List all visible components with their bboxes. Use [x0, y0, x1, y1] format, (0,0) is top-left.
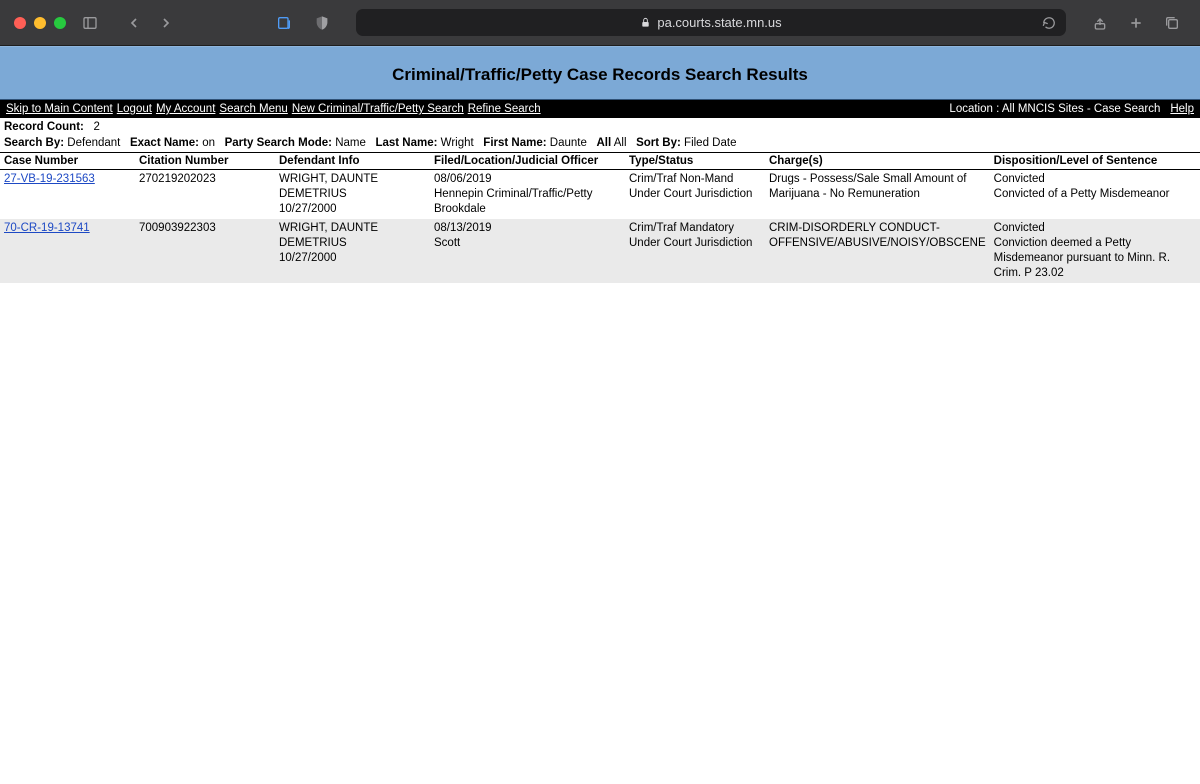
window-controls [14, 17, 66, 29]
nav-skip-link[interactable]: Skip to Main Content [6, 103, 113, 115]
all-value: All [614, 137, 627, 149]
case-status: Under Court Jurisdiction [629, 188, 752, 200]
case-type: Crim/Traf Non-Mand [629, 173, 733, 185]
table-header-row: Case Number Citation Number Defendant In… [0, 153, 1200, 170]
lock-icon [640, 17, 651, 28]
defendant-dob: 10/27/2000 [279, 252, 337, 264]
party-mode-label: Party Search Mode: [225, 137, 332, 149]
party-mode-value: Name [335, 137, 366, 149]
disposition-line2: Conviction deemed a Petty Misdemeanor pu… [994, 237, 1170, 279]
location-text: Location : All MNCIS Sites - Case Search [949, 103, 1160, 115]
charges-cell: CRIM-DISORDERLY CONDUCT-OFFENSIVE/ABUSIV… [765, 219, 990, 283]
filed-date: 08/06/2019 [434, 173, 492, 185]
col-type: Type/Status [625, 153, 765, 170]
disposition-cell: Convicted Conviction deemed a Petty Misd… [990, 219, 1200, 283]
disposition-cell: Convicted Convicted of a Petty Misdemean… [990, 170, 1200, 219]
page-header: Criminal/Traffic/Petty Case Records Sear… [0, 46, 1200, 100]
address-bar[interactable]: pa.courts.state.mn.us [356, 9, 1066, 36]
nav-logout-link[interactable]: Logout [117, 103, 152, 115]
disposition-line1: Convicted [994, 173, 1045, 185]
type-cell: Crim/Traf Mandatory Under Court Jurisdic… [625, 219, 765, 283]
nav-menubar: Skip to Main Content Logout My Account S… [0, 100, 1200, 118]
results-table: Case Number Citation Number Defendant In… [0, 152, 1200, 283]
filed-cell: 08/06/2019 Hennepin Criminal/Traffic/Pet… [430, 170, 625, 219]
back-button[interactable] [120, 9, 148, 37]
privacy-shield-icon[interactable] [308, 9, 336, 37]
citation-cell: 270219202023 [135, 170, 275, 219]
col-charges: Charge(s) [765, 153, 990, 170]
nav-new-search-link[interactable]: New Criminal/Traffic/Petty Search [292, 103, 464, 115]
defendant-dob: 10/27/2000 [279, 203, 337, 215]
filed-date: 08/13/2019 [434, 222, 492, 234]
table-row: 27-VB-19-231563 270219202023 WRIGHT, DAU… [0, 170, 1200, 219]
tab-overview-icon[interactable] [270, 9, 298, 37]
case-status: Under Court Jurisdiction [629, 237, 752, 249]
defendant-name: WRIGHT, DAUNTE DEMETRIUS [279, 222, 378, 249]
help-link[interactable]: Help [1170, 103, 1194, 115]
disposition-line1: Convicted [994, 222, 1045, 234]
exact-name-value: on [202, 137, 215, 149]
sidebar-toggle-icon[interactable] [76, 9, 104, 37]
minimize-window-button[interactable] [34, 17, 46, 29]
col-filed: Filed/Location/Judicial Officer [430, 153, 625, 170]
defendant-cell: WRIGHT, DAUNTE DEMETRIUS 10/27/2000 [275, 170, 430, 219]
record-count-value: 2 [93, 121, 99, 133]
sort-by-value: Filed Date [684, 137, 736, 149]
defendant-name: WRIGHT, DAUNTE DEMETRIUS [279, 173, 378, 200]
exact-name-label: Exact Name: [130, 137, 199, 149]
filed-location: Hennepin Criminal/Traffic/Petty Brookdal… [434, 188, 593, 215]
filed-cell: 08/13/2019 Scott [430, 219, 625, 283]
all-label: All [596, 137, 611, 149]
search-by-value: Defendant [67, 137, 120, 149]
filed-location: Scott [434, 237, 460, 249]
col-citation: Citation Number [135, 153, 275, 170]
case-number-link[interactable]: 27-VB-19-231563 [4, 173, 95, 185]
table-row: 70-CR-19-13741 700903922303 WRIGHT, DAUN… [0, 219, 1200, 283]
nav-refine-search-link[interactable]: Refine Search [468, 103, 541, 115]
reload-icon[interactable] [1042, 16, 1056, 30]
sort-by-label: Sort By: [636, 137, 681, 149]
share-icon[interactable] [1086, 9, 1114, 37]
url-text: pa.courts.state.mn.us [657, 15, 781, 30]
last-name-value: Wright [441, 137, 474, 149]
type-cell: Crim/Traf Non-Mand Under Court Jurisdict… [625, 170, 765, 219]
page-title: Criminal/Traffic/Petty Case Records Sear… [0, 65, 1200, 85]
first-name-label: First Name: [483, 137, 546, 149]
col-defendant: Defendant Info [275, 153, 430, 170]
charges-cell: Drugs - Possess/Sale Small Amount of Mar… [765, 170, 990, 219]
nav-my-account-link[interactable]: My Account [156, 103, 215, 115]
forward-button[interactable] [152, 9, 180, 37]
search-summary: Record Count: 2 Search By: Defendant Exa… [0, 118, 1200, 151]
defendant-cell: WRIGHT, DAUNTE DEMETRIUS 10/27/2000 [275, 219, 430, 283]
record-count-label: Record Count: [4, 121, 84, 133]
citation-cell: 700903922303 [135, 219, 275, 283]
browser-toolbar: pa.courts.state.mn.us [0, 0, 1200, 46]
col-case-number: Case Number [0, 153, 135, 170]
first-name-value: Daunte [550, 137, 587, 149]
disposition-line2: Convicted of a Petty Misdemeanor [994, 188, 1170, 200]
last-name-label: Last Name: [375, 137, 437, 149]
close-window-button[interactable] [14, 17, 26, 29]
tabs-icon[interactable] [1158, 9, 1186, 37]
new-tab-icon[interactable] [1122, 9, 1150, 37]
page-content: Criminal/Traffic/Petty Case Records Sear… [0, 46, 1200, 283]
col-disposition: Disposition/Level of Sentence [990, 153, 1200, 170]
case-number-link[interactable]: 70-CR-19-13741 [4, 222, 90, 234]
search-by-label: Search By: [4, 137, 64, 149]
maximize-window-button[interactable] [54, 17, 66, 29]
case-type: Crim/Traf Mandatory [629, 222, 734, 234]
nav-search-menu-link[interactable]: Search Menu [219, 103, 287, 115]
